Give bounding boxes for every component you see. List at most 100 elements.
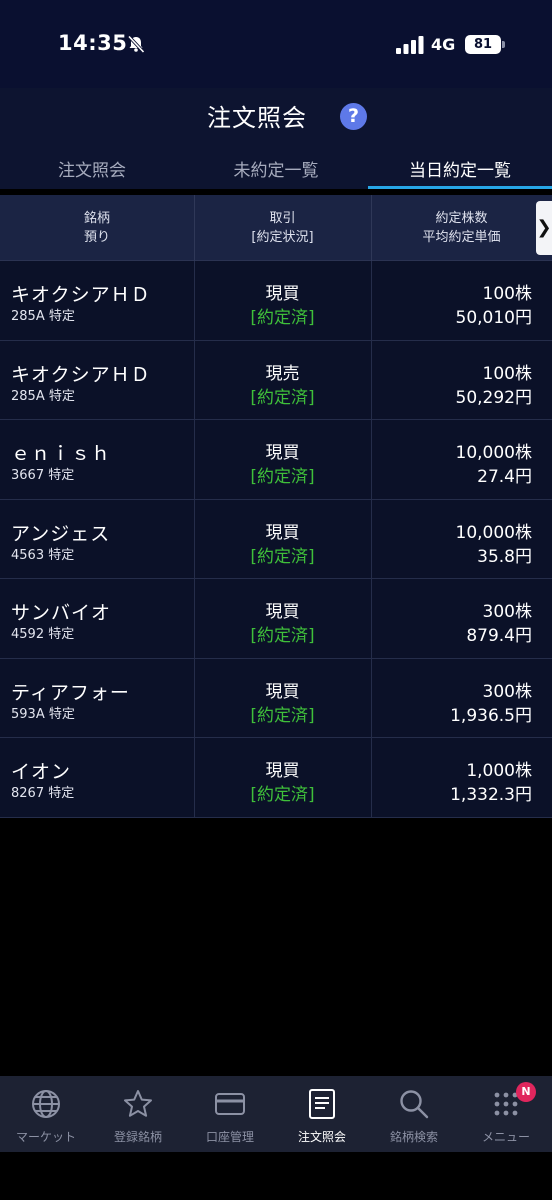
table-row[interactable]: サンバイオ 4592 特定 現買 [約定済] 300株 879.4円: [0, 579, 552, 659]
trade-type: 現買: [265, 522, 300, 543]
signal-icon: [396, 36, 424, 54]
cell-divider: [371, 658, 372, 737]
average-price: 1,936.5円: [450, 705, 532, 726]
cell-divider: [371, 499, 372, 578]
trade-type: 現買: [265, 284, 300, 304]
search-icon: [400, 1090, 429, 1119]
bottom-nav: マーケット 登録銘柄 口座管理 注文照会 銘柄検索 メニュー: [0, 1076, 552, 1152]
stock-name: イオン: [11, 761, 72, 783]
stock-code: 285A 特定: [11, 388, 75, 404]
stock-code: 593A 特定: [11, 706, 75, 722]
nav-order-inquiry[interactable]: 注文照会: [276, 1076, 368, 1152]
stock-name: キオクシアＨＤ: [11, 284, 151, 306]
nav-stock-search[interactable]: 銘柄検索: [368, 1076, 460, 1152]
cell-divider: [371, 420, 372, 499]
header-col-trade-line2: [約定状況]: [251, 230, 314, 245]
stock-code: 8267 特定: [11, 786, 75, 801]
executed-quantity: 100株: [482, 284, 532, 304]
status-bar: 14:35 4G 81: [0, 0, 552, 88]
stock-code: 3667 特定: [11, 468, 75, 483]
table-row[interactable]: アンジェス 4563 特定 現買 [約定済] 10,000株 35.8円: [0, 499, 552, 579]
cell-divider: [371, 340, 372, 419]
trade-type: 現買: [265, 602, 300, 622]
header-divider: [194, 195, 195, 261]
stock-name: アンジェス: [11, 522, 111, 545]
executed-quantity: 300株: [482, 602, 532, 622]
header-col-stock: 銘柄 預り: [0, 209, 194, 247]
header-divider: [371, 195, 372, 261]
trade-type: 現売: [265, 363, 300, 384]
executed-quantity: 100株: [482, 363, 532, 384]
execution-status: [約定済]: [250, 546, 315, 567]
cell-divider: [371, 738, 372, 817]
stock-code: 4592 特定: [11, 627, 75, 642]
nav-account-label: 口座管理: [205, 1130, 254, 1144]
nav-market[interactable]: マーケット: [0, 1076, 92, 1152]
average-price: 27.4円: [477, 467, 532, 487]
trade-type: 現買: [265, 681, 300, 702]
scroll-right-button[interactable]: ❯: [536, 201, 552, 255]
table-row[interactable]: キオクシアＨＤ 285A 特定 現買 [約定済] 100株 50,010円: [0, 261, 552, 341]
table-row[interactable]: ティアフォー 593A 特定 現買 [約定済] 300株 1,936.5円: [0, 658, 552, 738]
header-col-trade-line1: 取引: [269, 211, 296, 226]
nav-menu[interactable]: メニュー: [460, 1076, 552, 1152]
globe-icon: [32, 1090, 60, 1118]
network-type: 4G: [431, 35, 456, 54]
header-col-quantity: 約定株数 平均約定単価: [371, 209, 552, 247]
stock-name: ティアフォー: [11, 681, 130, 704]
header-col-trade: 取引 [約定状況]: [194, 209, 371, 247]
executed-quantity: 1,000株: [466, 761, 532, 781]
nav-watchlist[interactable]: 登録銘柄: [92, 1076, 184, 1152]
executed-quantity: 10,000株: [455, 443, 532, 463]
table-header: 銘柄 預り 取引 [約定状況] 約定株数 平均約定単価: [0, 195, 552, 261]
header-col-quantity-line2: 平均約定単価: [422, 230, 501, 245]
notification-badge: N: [516, 1082, 536, 1102]
tab-unexecuted-list[interactable]: 未約定一覧: [184, 156, 368, 181]
home-indicator-area: [0, 1152, 552, 1200]
document-icon: [309, 1089, 335, 1119]
executed-quantity: 300株: [482, 681, 532, 702]
execution-status: [約定済]: [250, 387, 315, 408]
average-price: 35.8円: [477, 546, 532, 567]
header-col-quantity-line1: 約定株数: [435, 211, 488, 226]
execution-status: [約定済]: [250, 467, 315, 487]
stock-code: 4563 特定: [11, 547, 75, 563]
header-col-stock-line2: 預り: [83, 230, 110, 245]
stock-code: 285A 特定: [11, 309, 75, 324]
help-button[interactable]: ?: [340, 103, 367, 130]
average-price: 1,332.3円: [450, 785, 532, 805]
table-row[interactable]: キオクシアＨＤ 285A 特定 現売 [約定済] 100株 50,292円: [0, 340, 552, 420]
execution-status: [約定済]: [250, 308, 315, 328]
cell-divider: [371, 261, 372, 340]
trade-type: 現買: [265, 443, 300, 463]
nav-watchlist-label: 登録銘柄: [113, 1130, 162, 1144]
status-time: 14:35: [58, 31, 128, 55]
page-title: 注文照会: [0, 98, 552, 133]
execution-status: [約定済]: [250, 705, 315, 726]
stock-name: サンバイオ: [11, 602, 112, 624]
executed-quantity: 10,000株: [455, 522, 532, 543]
nav-menu-label: メニュー: [481, 1130, 530, 1144]
execution-status: [約定済]: [250, 785, 315, 805]
battery-tip: [502, 41, 505, 48]
average-price: 50,010円: [455, 308, 532, 328]
table-row[interactable]: ｅｎｉｓｈ 3667 特定 現買 [約定済] 10,000株 27.4円: [0, 420, 552, 500]
header-col-stock-line1: 銘柄: [83, 211, 110, 226]
nav-market-label: マーケット: [15, 1130, 76, 1144]
stock-name: ｅｎｉｓｈ: [11, 443, 112, 465]
stock-name: キオクシアＨＤ: [11, 363, 151, 386]
cell-divider: [371, 579, 372, 658]
average-price: 50,292円: [455, 387, 532, 408]
star-icon: [124, 1090, 152, 1117]
nav-stock-search-label: 銘柄検索: [389, 1130, 438, 1144]
nav-account[interactable]: 口座管理: [184, 1076, 276, 1152]
tab-today-executed-list[interactable]: 当日約定一覧: [368, 156, 552, 181]
card-icon: [215, 1093, 245, 1115]
battery-icon: 81: [465, 35, 501, 54]
table-row[interactable]: イオン 8267 特定 現買 [約定済] 1,000株 1,332.3円: [0, 738, 552, 818]
execution-status: [約定済]: [250, 626, 315, 646]
page-title-text: 注文照会: [207, 104, 307, 132]
tab-order-inquiry[interactable]: 注文照会: [0, 156, 184, 181]
nav-order-inquiry-label: 注文照会: [297, 1130, 346, 1144]
bell-muted-icon: [127, 35, 145, 54]
